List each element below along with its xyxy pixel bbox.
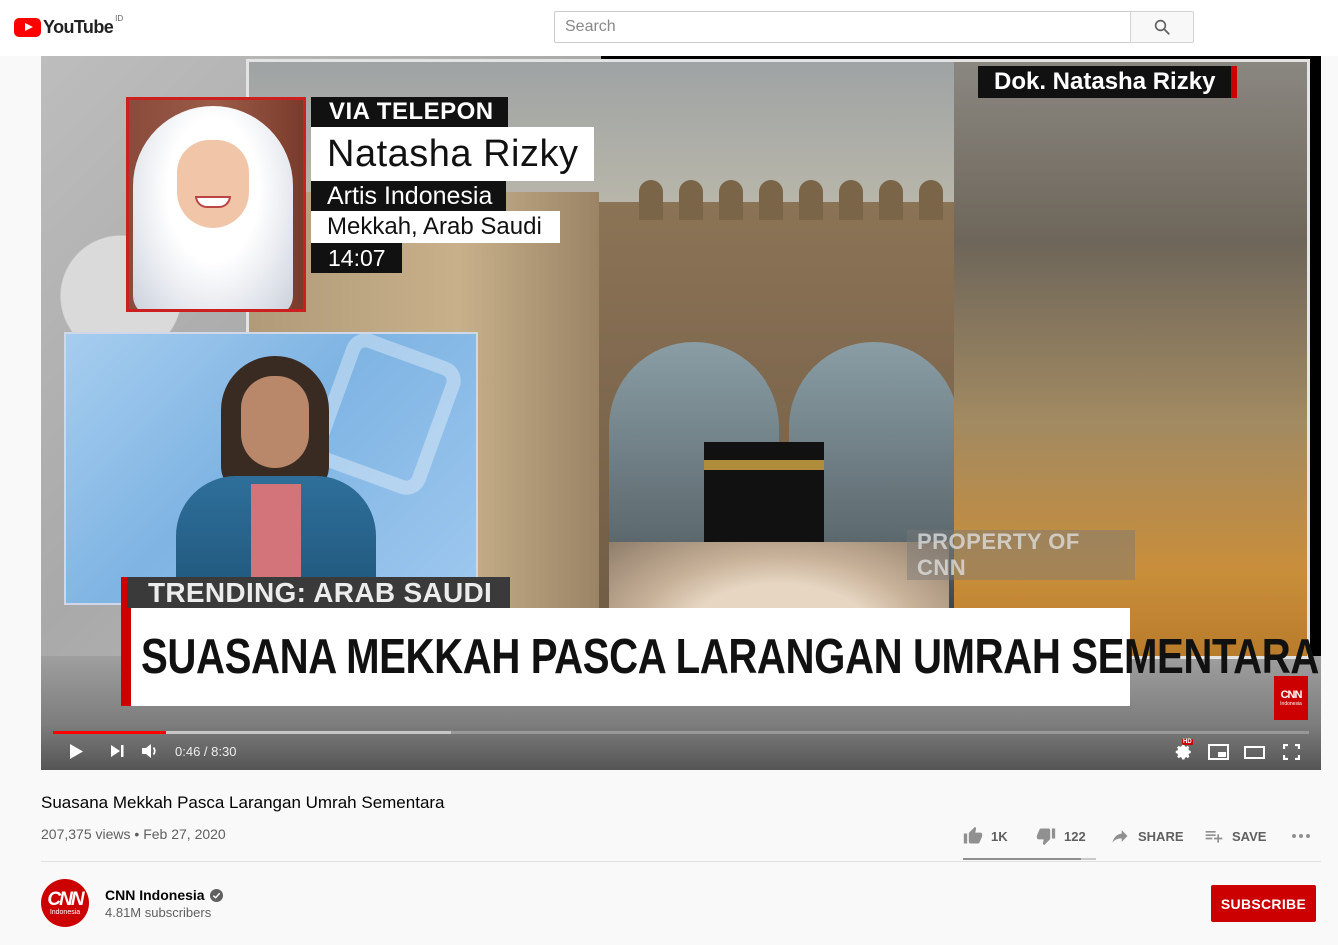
sentiment-like-fill (963, 858, 1082, 860)
sentiment-bar (963, 858, 1096, 860)
time-current: 0:46 (175, 743, 201, 759)
cnn-bug-logo: CNN Indonesia (1274, 676, 1308, 720)
avatar-brand: CNN (47, 888, 84, 910)
country-code: ID (115, 14, 124, 23)
subscribe-button[interactable]: SUBSCRIBE (1211, 885, 1316, 922)
channel-name-link[interactable]: CNN Indonesia (105, 887, 223, 903)
progress-played (53, 731, 167, 734)
fullscreen-icon (1282, 744, 1300, 760)
next-icon (110, 745, 123, 757)
thumbs-down-icon (1036, 828, 1056, 846)
headline-text: SUASANA MEKKAH PASCA LARANGAN UMRAH SEME… (141, 630, 1320, 684)
save-button[interactable]: SAVE (1204, 826, 1290, 846)
video-title: Suasana Mekkah Pasca Larangan Umrah Seme… (41, 793, 445, 812)
search-input[interactable] (554, 11, 1130, 43)
channel-avatar[interactable]: CNN Indonesia (41, 879, 89, 927)
upload-date: Feb 27, 2020 (143, 826, 226, 842)
divider (41, 861, 1321, 862)
play-icon (70, 743, 83, 759)
logo-text: YouTube (43, 16, 114, 37)
meta-separator: • (130, 826, 144, 842)
mute-button[interactable] (140, 742, 160, 760)
settings-button[interactable]: HD (1173, 739, 1195, 762)
share-label: SHARE (1138, 828, 1184, 844)
miniplayer-icon (1207, 744, 1229, 760)
theater-icon (1243, 745, 1265, 759)
youtube-logo[interactable]: YouTube ID (14, 14, 124, 38)
playlist-add-icon (1205, 831, 1223, 843)
share-icon (1112, 830, 1128, 843)
like-count: 1K (991, 828, 1008, 844)
time-separator: / (200, 743, 212, 759)
search-icon (1154, 19, 1170, 35)
next-button[interactable] (107, 742, 127, 760)
save-label: SAVE (1232, 828, 1267, 844)
fullscreen-button[interactable] (1280, 742, 1302, 762)
lower-third-role: Artis Indonesia (311, 181, 507, 211)
gear-icon (1175, 744, 1191, 760)
caller-photo (126, 97, 306, 312)
more-actions-button[interactable] (1290, 833, 1320, 839)
avatar-sub: Indonesia (49, 908, 81, 916)
verified-badge-icon (209, 888, 223, 902)
miniplayer-button[interactable] (1207, 742, 1229, 762)
video-actions: 1K 122 SHARE SAVE (963, 818, 1320, 854)
search-box (554, 11, 1194, 43)
time-total: 8:30 (211, 743, 237, 759)
dislike-button[interactable]: 122 (1036, 826, 1110, 846)
trending-banner: TRENDING: ARAB SAUDI (121, 577, 511, 609)
video-meta: 207,375 views • Feb 27, 2020 (41, 826, 226, 842)
view-count: 207,375 views (41, 826, 131, 842)
share-button[interactable]: SHARE (1110, 826, 1204, 846)
masthead: YouTube ID (0, 0, 1338, 56)
more-horizontal-icon (1292, 834, 1310, 838)
hd-badge: HD (1182, 739, 1193, 745)
channel-name: CNN Indonesia (105, 887, 205, 903)
headline-banner: SUASANA MEKKAH PASCA LARANGAN UMRAH SEME… (121, 608, 1319, 706)
dislike-count: 122 (1064, 828, 1086, 844)
lower-third-location: Mekkah, Arab Saudi (311, 211, 560, 243)
lower-third-name: Natasha Rizky (311, 127, 595, 181)
progress-bar[interactable] (53, 731, 1309, 734)
thumbs-up-icon (963, 826, 983, 844)
youtube-play-icon (14, 17, 41, 37)
photo-credit: Dok. Natasha Rizky (978, 66, 1238, 98)
video-player[interactable]: PROPERTY OF CNN Dok. Natasha Rizky VIA T… (41, 56, 1321, 770)
subscriber-count: 4.81M subscribers (105, 905, 212, 920)
like-button[interactable]: 1K (963, 826, 1036, 846)
lower-third-via: VIA TELEPON (311, 97, 508, 127)
watermark: PROPERTY OF CNN (907, 529, 1135, 580)
theater-mode-button[interactable] (1243, 742, 1265, 762)
search-button[interactable] (1130, 11, 1194, 43)
lower-third-clock: 14:07 (311, 243, 402, 273)
time-display: 0:46 / 8:30 (175, 742, 236, 760)
play-button[interactable] (65, 742, 87, 760)
news-anchor-window (64, 332, 478, 605)
volume-icon (142, 744, 156, 758)
